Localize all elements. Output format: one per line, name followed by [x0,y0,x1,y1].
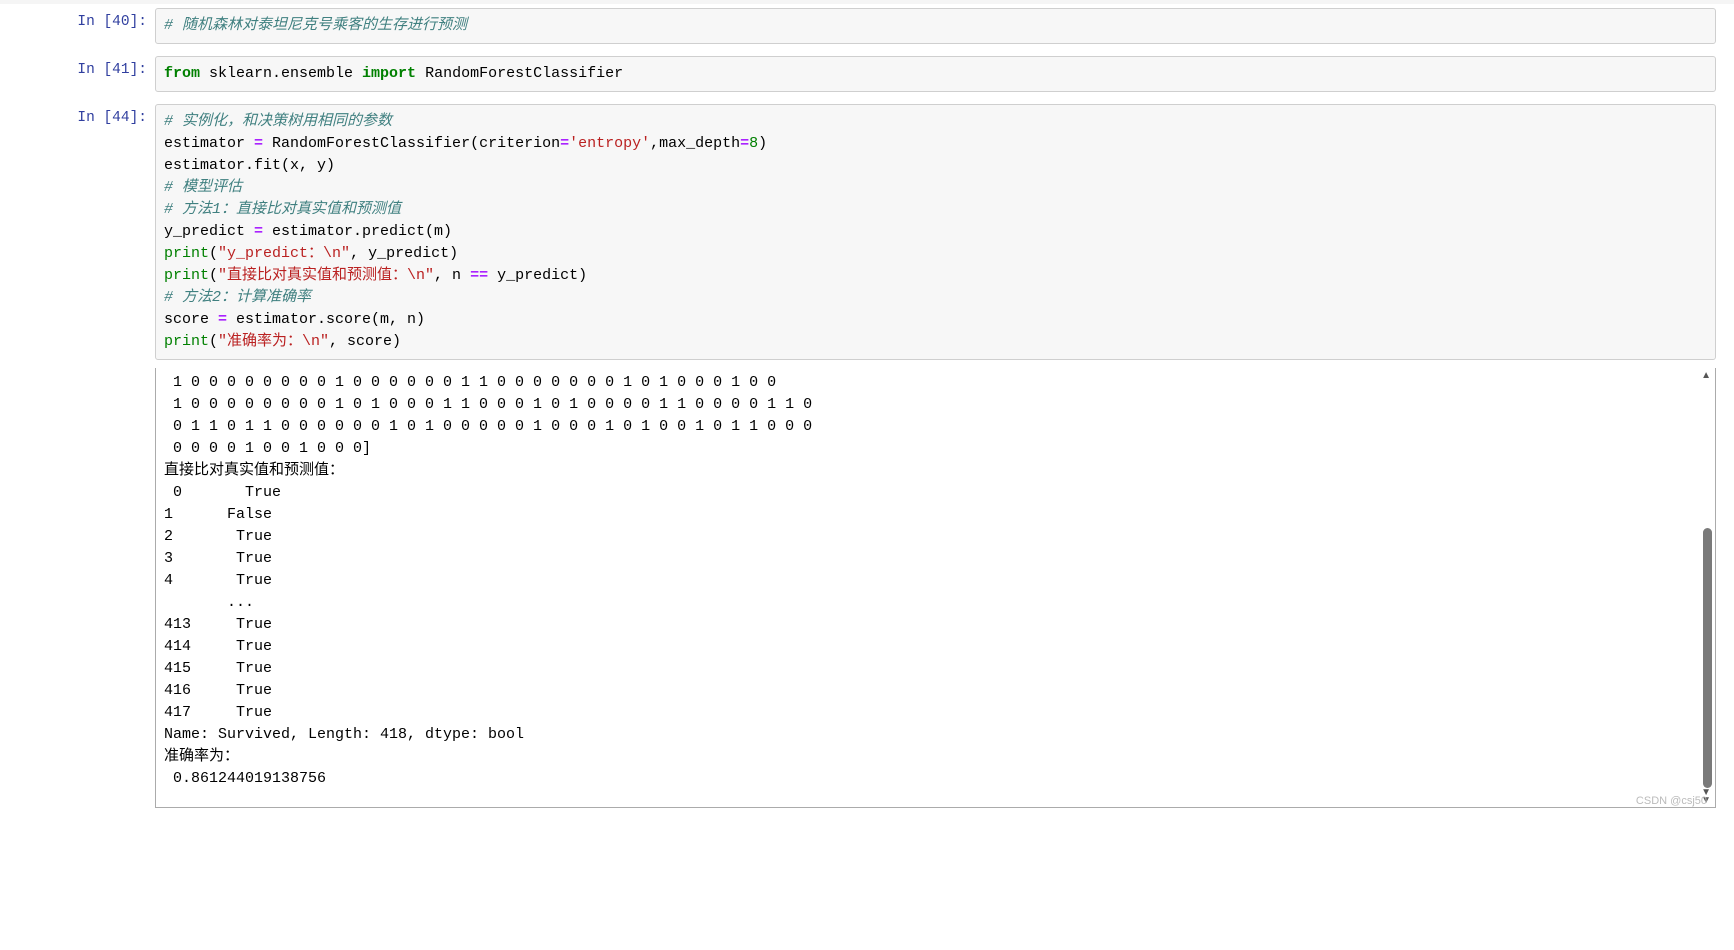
code-cell-40[interactable]: In [40]: # 随机森林对泰坦尼克号乘客的生存进行预测 [0,4,1734,48]
code-editor[interactable]: from sklearn.ensemble import RandomFores… [155,56,1716,92]
output-text: 1 0 0 0 0 0 0 0 0 1 0 0 0 0 0 0 1 1 0 0 … [156,368,1715,794]
code-editor[interactable]: # 实例化，和决策树用相同的参数 estimator = RandomFores… [155,104,1716,360]
cell-content: from sklearn.ensemble import RandomFores… [155,56,1716,92]
scrollbar-thumb[interactable] [1703,528,1712,788]
notebook-container: In [40]: # 随机森林对泰坦尼克号乘客的生存进行预测 In [41]: … [0,4,1734,950]
watermark: CSDN @csj50 [1636,795,1707,807]
input-prompt: In [41]: [0,56,155,92]
code-cell-44[interactable]: In [44]: # 实例化，和决策树用相同的参数 estimator = Ra… [0,100,1734,364]
cell-content: # 实例化，和决策树用相同的参数 estimator = RandomFores… [155,104,1716,360]
input-prompt: In [44]: [0,104,155,360]
output-area[interactable]: 1 0 0 0 0 0 0 0 0 1 0 0 0 0 0 0 1 1 0 0 … [155,368,1716,808]
code-editor[interactable]: # 随机森林对泰坦尼克号乘客的生存进行预测 [155,8,1716,44]
cell-content: # 随机森林对泰坦尼克号乘客的生存进行预测 [155,8,1716,44]
input-prompt: In [40]: [0,8,155,44]
code-cell-41[interactable]: In [41]: from sklearn.ensemble import Ra… [0,52,1734,96]
scroll-up-arrow-icon[interactable]: ▲ [1701,370,1711,381]
